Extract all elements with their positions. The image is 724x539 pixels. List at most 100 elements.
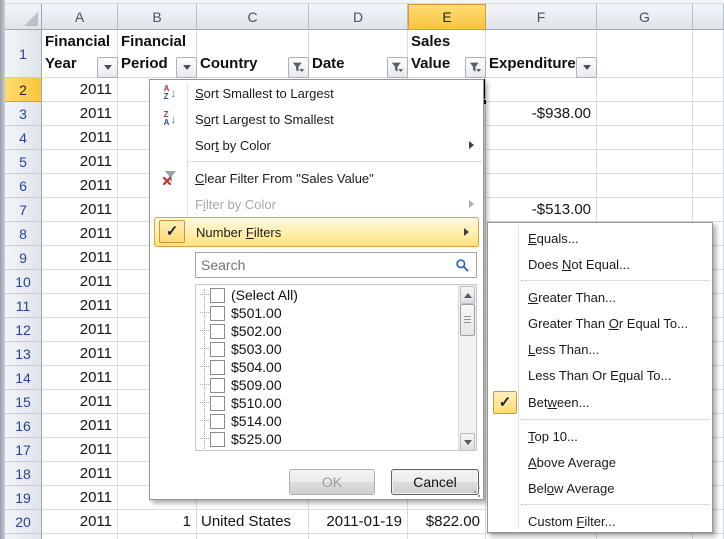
- value-list-item[interactable]: $525.00: [200, 430, 282, 448]
- value-checkbox[interactable]: [210, 432, 225, 447]
- value-list-item[interactable]: $501.00: [200, 304, 282, 322]
- cell-x4[interactable]: [693, 126, 724, 150]
- submenu-item-top-10[interactable]: Top 10...: [488, 423, 712, 449]
- value-list-item[interactable]: $504.00: [200, 358, 282, 376]
- cell-A6[interactable]: 2011: [42, 174, 118, 198]
- resize-grip[interactable]: [470, 486, 481, 497]
- column-header-B[interactable]: B: [118, 4, 197, 30]
- column-header-F[interactable]: F: [486, 4, 597, 30]
- value-checkbox[interactable]: [210, 378, 225, 393]
- cell-A4[interactable]: 2011: [42, 126, 118, 150]
- cell-A11[interactable]: 2011: [42, 294, 118, 318]
- cell-A10[interactable]: 2011: [42, 270, 118, 294]
- column-header-E[interactable]: E: [408, 4, 486, 30]
- cell-F7[interactable]: -$513.00: [486, 198, 597, 222]
- cell-A20[interactable]: 2011: [42, 510, 118, 534]
- cell-G6[interactable]: [597, 174, 693, 198]
- submenu-item-custom-filter[interactable]: Custom Filter...: [488, 508, 712, 534]
- filter-dropdown-button[interactable]: [576, 57, 597, 78]
- submenu-item-greater-than[interactable]: Greater Than...: [488, 284, 712, 310]
- cell-G5[interactable]: [597, 150, 693, 174]
- menu-item-number-filters[interactable]: ✓Number Filters: [154, 217, 479, 247]
- cell-A15[interactable]: 2011: [42, 390, 118, 414]
- row-header-partial[interactable]: [5, 534, 42, 539]
- row-header-20[interactable]: 20: [5, 510, 42, 534]
- submenu-item-does-not-equal[interactable]: Does Not Equal...: [488, 251, 712, 277]
- row-header-9[interactable]: 9: [5, 246, 42, 270]
- value-checkbox[interactable]: [210, 396, 225, 411]
- cell-x3[interactable]: [693, 102, 724, 126]
- menu-item-clear-filter-from-sales-value[interactable]: Clear Filter From "Sales Value": [150, 165, 483, 191]
- value-list-item[interactable]: $514.00: [200, 412, 282, 430]
- select-all-corner[interactable]: [5, 4, 42, 30]
- submenu-item-above-average[interactable]: Above Average: [488, 449, 712, 475]
- cancel-button[interactable]: Cancel: [391, 469, 479, 495]
- cell-x2[interactable]: [693, 78, 724, 102]
- cell-F5[interactable]: [486, 150, 597, 174]
- scroll-down-button[interactable]: [460, 433, 475, 451]
- column-header-D[interactable]: D: [309, 4, 408, 30]
- cell-G7[interactable]: [597, 198, 693, 222]
- cell-A7[interactable]: 2011: [42, 198, 118, 222]
- value-checkbox[interactable]: [210, 306, 225, 321]
- submenu-item-less-than[interactable]: Less Than...: [488, 336, 712, 362]
- menu-item-sort-by-color[interactable]: Sort by Color: [150, 132, 483, 158]
- cell-A18[interactable]: 2011: [42, 462, 118, 486]
- row-header-18[interactable]: 18: [5, 462, 42, 486]
- header-cell-partial[interactable]: [693, 30, 724, 78]
- cell-A8[interactable]: 2011: [42, 222, 118, 246]
- value-checkbox[interactable]: [210, 324, 225, 339]
- cell-A16[interactable]: 2011: [42, 414, 118, 438]
- row-header-8[interactable]: 8: [5, 222, 42, 246]
- menu-item-sort-smallest-to-largest[interactable]: AZ↓Sort Smallest to Largest: [150, 80, 483, 106]
- column-header-G[interactable]: G: [597, 4, 693, 30]
- header-cell-G[interactable]: [597, 30, 693, 78]
- filter-search-box[interactable]: [195, 252, 477, 278]
- cell-B20[interactable]: 1: [118, 510, 197, 534]
- cell-F6[interactable]: [486, 174, 597, 198]
- row-header-7[interactable]: 7: [5, 198, 42, 222]
- row-header-12[interactable]: 12: [5, 318, 42, 342]
- submenu-item-below-average[interactable]: Below Average: [488, 475, 712, 501]
- filter-funnel-button[interactable]: [288, 57, 309, 78]
- cell-D20[interactable]: 2011-01-19: [309, 510, 408, 534]
- scrollbar-thumb[interactable]: [460, 304, 475, 336]
- value-list-item[interactable]: $503.00: [200, 340, 282, 358]
- submenu-item-greater-than-or-equal-to[interactable]: Greater Than Or Equal To...: [488, 310, 712, 336]
- row-header-1[interactable]: 1: [5, 30, 42, 78]
- cell-A5[interactable]: 2011: [42, 150, 118, 174]
- value-checkbox[interactable]: [210, 360, 225, 375]
- row-header-17[interactable]: 17: [5, 438, 42, 462]
- column-header-C[interactable]: C: [197, 4, 309, 30]
- submenu-item-less-than-or-equal-to[interactable]: Less Than Or Equal To...: [488, 362, 712, 388]
- cell-A9[interactable]: 2011: [42, 246, 118, 270]
- menu-item-filter-by-color[interactable]: Filter by Color: [150, 191, 483, 217]
- filter-dropdown-button[interactable]: [176, 57, 197, 78]
- filter-funnel-button[interactable]: [387, 57, 408, 78]
- filter-dropdown-button[interactable]: [97, 57, 118, 78]
- cell-A17[interactable]: 2011: [42, 438, 118, 462]
- cell-x6[interactable]: [693, 174, 724, 198]
- cell-F3[interactable]: -$938.00: [486, 102, 597, 126]
- column-header-partial[interactable]: [693, 4, 724, 30]
- row-header-10[interactable]: 10: [5, 270, 42, 294]
- filter-funnel-button[interactable]: [465, 57, 486, 78]
- row-header-6[interactable]: 6: [5, 174, 42, 198]
- submenu-item-between[interactable]: ✓Between...: [488, 388, 712, 416]
- cell-x7[interactable]: [693, 198, 724, 222]
- cell-F4[interactable]: [486, 126, 597, 150]
- row-header-11[interactable]: 11: [5, 294, 42, 318]
- column-header-A[interactable]: A: [42, 4, 118, 30]
- cell-G3[interactable]: [597, 102, 693, 126]
- value-checkbox[interactable]: [210, 288, 225, 303]
- cell-C20[interactable]: United States: [197, 510, 309, 534]
- menu-item-sort-largest-to-smallest[interactable]: ZA↓Sort Largest to Smallest: [150, 106, 483, 132]
- value-list-item[interactable]: $502.00: [200, 322, 282, 340]
- row-header-2[interactable]: 2: [5, 78, 42, 102]
- row-header-15[interactable]: 15: [5, 390, 42, 414]
- scroll-up-button[interactable]: [460, 286, 475, 304]
- row-header-14[interactable]: 14: [5, 366, 42, 390]
- search-input[interactable]: [196, 257, 449, 273]
- submenu-item-equals[interactable]: Equals...: [488, 225, 712, 251]
- ok-button[interactable]: OK: [289, 469, 375, 495]
